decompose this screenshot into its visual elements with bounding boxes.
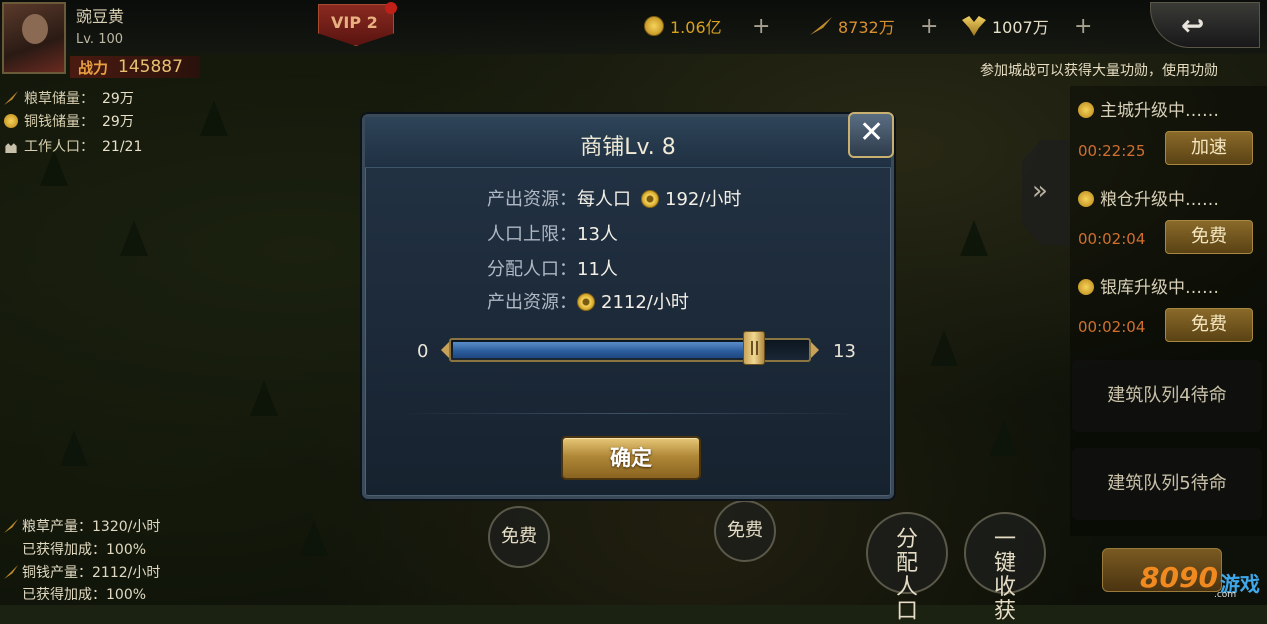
divider: [395, 413, 861, 414]
resource-copper: 1.06亿 +: [644, 13, 770, 39]
stat-label: 粮草储量：: [24, 91, 94, 107]
logo-digits: 8090: [1140, 560, 1218, 594]
back-arrow-icon: ↩: [1181, 9, 1205, 42]
feather-icon: [4, 91, 18, 105]
info-prefix: 每人口: [577, 189, 631, 210]
site-logo: 8090 游戏 .com: [1140, 552, 1260, 602]
close-button[interactable]: ✕: [848, 112, 894, 158]
coin-icon: [644, 16, 664, 36]
queue-timer: 00:22:25: [1078, 142, 1146, 160]
player-name: 豌豆黄: [76, 7, 125, 26]
free-collect-button[interactable]: 免费: [714, 500, 776, 562]
info-value: 2112/小时: [601, 292, 689, 313]
stat-copper-storage: 铜钱储量： 29万: [4, 111, 134, 131]
power-label: 战力: [78, 59, 109, 77]
info-label: 人口上限：: [487, 224, 577, 245]
production-label: 粮草产量：1320/小时: [22, 519, 161, 535]
queue-title-text: 银库升级中……: [1100, 278, 1219, 298]
info-label: 分配人口：: [487, 259, 577, 280]
info-label: 产出资源：: [487, 189, 577, 210]
info-label: 产出资源：: [487, 292, 577, 313]
idle-queue-slot[interactable]: 建筑队列4待命: [1072, 360, 1262, 432]
coin-icon: [1078, 102, 1094, 118]
medal-icon: [962, 16, 986, 36]
queue-timer: 00:02:04: [1078, 230, 1146, 248]
close-icon: ✕: [859, 115, 885, 150]
coin-icon: [641, 190, 659, 208]
shop-info-dialog: 商铺Lv. 8 产出资源：每人口 192/小时 人口上限：13人 分配人口：11人…: [362, 114, 894, 499]
people-icon: [5, 143, 17, 153]
scrolling-notice: 参加城战可以获得大量功勋，使用功勋: [980, 63, 1218, 79]
slider-handle[interactable]: [743, 331, 765, 365]
notification-dot: [385, 2, 397, 14]
stat-workers: 工作人口： 21/21: [4, 136, 142, 156]
queue-item-title: 银库升级中……: [1078, 273, 1219, 298]
queue-item-title: 粮仓升级中……: [1078, 185, 1219, 210]
info-row-total-output: 产出资源： 2112/小时: [487, 288, 689, 314]
speedup-button[interactable]: 加速: [1165, 131, 1253, 165]
resource-merit: 1007万 +: [962, 13, 1092, 39]
player-avatar[interactable]: [2, 2, 66, 74]
coin-icon: [577, 293, 595, 311]
power-value: 145887: [118, 57, 183, 77]
slider-max-label: 13: [833, 341, 856, 362]
assign-population-button[interactable]: 分配人口: [866, 512, 948, 624]
add-merit-button[interactable]: +: [1074, 14, 1092, 39]
slider-fill: [453, 342, 756, 358]
queue-title-text: 粮仓升级中……: [1100, 190, 1219, 210]
stat-label: 工作人口：: [24, 139, 94, 155]
stat-value: 21/21: [102, 139, 143, 155]
add-copper-button[interactable]: +: [752, 14, 770, 39]
stat-value: 29万: [102, 114, 134, 130]
dialog-header: 商铺Lv. 8: [365, 117, 891, 168]
coin-icon: [1078, 279, 1094, 295]
free-finish-button[interactable]: 免费: [1165, 220, 1253, 254]
slider-left-arrow-icon[interactable]: [441, 342, 449, 358]
confirm-label: 确定: [610, 446, 652, 470]
free-collect-button[interactable]: 免费: [488, 506, 550, 568]
info-value: 11人: [577, 259, 618, 280]
feather-icon: [4, 519, 18, 533]
stat-value: 29万: [102, 91, 134, 107]
add-food-button[interactable]: +: [920, 14, 938, 39]
double-chevron-icon: »: [1032, 176, 1048, 206]
queue-collapse-button[interactable]: »: [1022, 140, 1070, 245]
stat-food-storage: 粮草储量： 29万: [4, 88, 134, 108]
queue-title-text: 主城升级中……: [1100, 101, 1219, 121]
info-value: 13人: [577, 224, 618, 245]
food-production: 粮草产量：1320/小时: [4, 516, 160, 536]
confirm-button[interactable]: 确定: [561, 436, 701, 480]
dialog-title: 商铺Lv. 8: [580, 135, 676, 160]
player-level: Lv. 100: [76, 32, 124, 47]
resource-value: 1.06亿: [670, 18, 722, 37]
resource-value: 1007万: [992, 18, 1049, 37]
stat-label: 铜钱储量：: [24, 114, 94, 130]
copper-production: 铜钱产量：2112/小时: [4, 562, 160, 582]
food-bonus: 已获得加成：100%: [22, 542, 147, 558]
coin-icon: [4, 114, 18, 128]
copper-bonus: 已获得加成：100%: [22, 587, 147, 603]
slider-min-label: 0: [417, 341, 429, 362]
info-row-output-per-person: 产出资源：每人口 192/小时: [487, 185, 741, 211]
queue-timer: 00:02:04: [1078, 318, 1146, 336]
feather-icon: [4, 565, 18, 579]
coin-icon: [1078, 191, 1094, 207]
harvest-all-button[interactable]: 一键收获: [964, 512, 1046, 624]
info-value: 192/小时: [665, 189, 742, 210]
feather-icon: [810, 17, 832, 35]
vip-label: VIP 2: [331, 13, 378, 32]
idle-queue-slot[interactable]: 建筑队列5待命: [1072, 448, 1262, 520]
logo-domain: .com: [1214, 590, 1237, 600]
info-row-assigned-population: 分配人口：11人: [487, 255, 618, 281]
info-row-population-cap: 人口上限：13人: [487, 220, 618, 246]
resource-food: 8732万 +: [810, 13, 938, 39]
production-label: 铜钱产量：2112/小时: [22, 565, 161, 581]
slider-right-arrow-icon[interactable]: [811, 342, 819, 358]
free-finish-button[interactable]: 免费: [1165, 308, 1253, 342]
resource-value: 8732万: [838, 18, 895, 37]
queue-item-title: 主城升级中……: [1078, 96, 1219, 121]
